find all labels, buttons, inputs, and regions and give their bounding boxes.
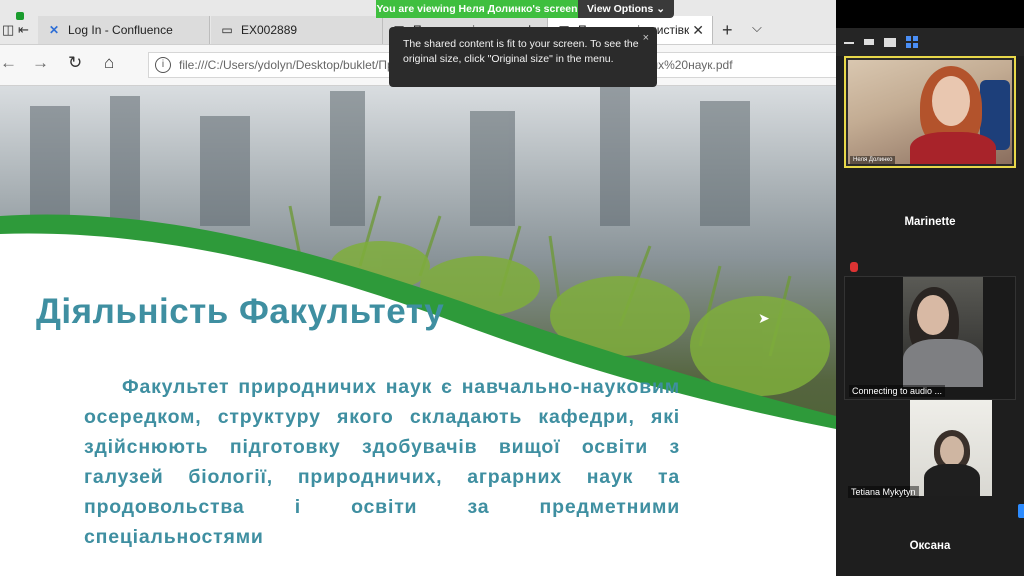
chevron-down-icon[interactable]: ⌵ [752, 20, 762, 36]
view-options-label: View Options [586, 3, 654, 15]
pdf-slide: Діяльність Факультету Факультет природни… [0, 86, 836, 576]
participant-name: Tetiana Mykytyn [848, 486, 919, 498]
body-shape [924, 464, 980, 496]
confluence-icon: ✕ [48, 23, 60, 37]
tab-actions-icon[interactable]: ◫ [2, 22, 14, 38]
video-strip-icon[interactable] [864, 39, 874, 45]
panel-toolbar [836, 28, 1024, 56]
participant-video [910, 400, 992, 496]
participant-tile[interactable]: Оксана [844, 500, 1016, 576]
screen-share-banner: You are viewing Неля Долинко's screen [376, 0, 578, 18]
close-icon[interactable]: ✕ [692, 22, 704, 39]
chevron-down-icon: ⌄ [656, 3, 666, 15]
tooltip-text: The shared content is fit to your screen… [403, 38, 639, 65]
participant-name: Connecting to audio ... [849, 385, 946, 397]
mouse-cursor-icon: ➤ [758, 310, 770, 326]
fit-to-screen-tooltip: The shared content is fit to your screen… [389, 27, 657, 87]
page-icon: ▭ [221, 23, 233, 37]
tab-label: EX002889 [241, 23, 298, 37]
tab-ex002889[interactable]: ▭ EX002889 [211, 16, 383, 44]
view-options-button[interactable]: View Options ⌄ [578, 0, 674, 18]
back-arrow-icon[interactable]: ← [0, 53, 17, 73]
forward-arrow-icon[interactable]: → [32, 53, 49, 73]
slide-body-text: Факультет природничих наук є навчально-н… [84, 372, 680, 552]
new-tab-button[interactable]: + [722, 20, 733, 41]
participant-video [848, 60, 1012, 164]
participant-tile[interactable]: Tetiana Mykytyn [844, 400, 1016, 500]
participant-tile[interactable]: Неля Долинко [844, 56, 1016, 168]
info-icon[interactable]: i [155, 57, 171, 73]
close-icon[interactable]: × [643, 31, 649, 46]
participant-name: Marinette [904, 216, 956, 228]
face-shape [932, 76, 970, 126]
participant-name: Оксана [909, 540, 951, 552]
url-text: file:///C:/Users/ydolyn/Desktop/buklet/П… [179, 58, 401, 72]
gallery-view-icon[interactable] [906, 36, 918, 48]
home-icon[interactable]: ⌂ [104, 53, 114, 73]
face-shape [917, 295, 949, 335]
lock-icon [16, 12, 24, 20]
slide-title: Діяльність Факультету [36, 292, 445, 331]
participant-tile[interactable]: Marinette [844, 168, 1016, 276]
face-shape [940, 436, 964, 466]
panel-expand-button[interactable] [1018, 504, 1024, 518]
slide-body-content: Факультет природничих наук є навчально-н… [84, 376, 680, 548]
reload-icon[interactable]: ↻ [68, 53, 82, 73]
minimize-icon[interactable] [844, 42, 854, 44]
speaker-view-icon[interactable] [884, 38, 896, 47]
body-shape [903, 339, 983, 387]
participant-video [903, 277, 983, 387]
participant-tile[interactable]: Connecting to audio ... [844, 276, 1016, 400]
tab-confluence[interactable]: ✕ Log In - Confluence [38, 16, 210, 44]
tab-label: Log In - Confluence [68, 23, 173, 37]
tabs-aside-icon[interactable]: ⇤ [18, 22, 29, 38]
body-shape [910, 132, 996, 164]
participants-panel: Неля Долинко Marinette Connecting to aud… [836, 28, 1024, 576]
participant-name: Неля Долинко [850, 156, 896, 164]
mic-muted-icon [850, 262, 858, 272]
